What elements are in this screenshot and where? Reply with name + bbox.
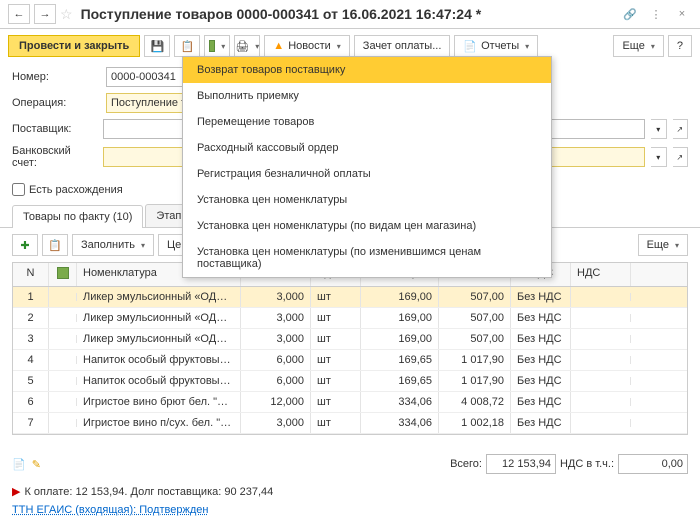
- dropdown-item[interactable]: Установка цен номенклатуры: [183, 187, 551, 213]
- nav-back-button[interactable]: ←: [8, 4, 30, 24]
- dropdown-item[interactable]: Установка цен номенклатуры (по видам цен…: [183, 213, 551, 239]
- operation-label: Операция:: [12, 97, 100, 109]
- discrepancy-checkbox[interactable]: [12, 183, 25, 196]
- print-icon: 🖨: [235, 40, 249, 53]
- print-button[interactable]: 🖨: [234, 35, 260, 57]
- egais-link[interactable]: ТТН ЕГАИС (входящая): Подтвержден: [12, 504, 208, 516]
- post-icon: 📋: [180, 40, 194, 53]
- more-button[interactable]: Еще: [613, 35, 663, 57]
- footer-icon2[interactable]: ✎: [32, 458, 41, 471]
- reports-button[interactable]: 📄 Отчеты: [454, 35, 538, 57]
- create-based-button[interactable]: [204, 35, 230, 57]
- supplier-select-button[interactable]: ▾: [651, 119, 667, 139]
- save-button[interactable]: 💾: [144, 35, 170, 57]
- dropdown-item[interactable]: Регистрация безналичной оплаты: [183, 161, 551, 187]
- menu-icon[interactable]: ⋮: [646, 5, 666, 23]
- discrepancy-label: Есть расхождения: [29, 184, 123, 196]
- bank-open-button[interactable]: ↗: [673, 147, 689, 167]
- table-row[interactable]: 5Напиток особый фруктовый газирован...6,…: [13, 371, 687, 392]
- table-row[interactable]: 2Ликер эмульсионный «ОДЖИ СО ВКУ...3,000…: [13, 308, 687, 329]
- goods-grid: N Номенклатура Количество Ед. изм. Цена …: [12, 262, 688, 435]
- col-icon-icon: [57, 267, 69, 279]
- dropdown-item[interactable]: Возврат товаров поставщику: [183, 57, 551, 83]
- fill-button[interactable]: Заполнить: [72, 234, 154, 256]
- table-row[interactable]: 3Ликер эмульсионный «ОДЖИ СО ВКУ...3,000…: [13, 329, 687, 350]
- table-row[interactable]: 1Ликер эмульсионный «ОДЖИ ПИНА К...3,000…: [13, 287, 687, 308]
- table-row[interactable]: 7Игристое вино п/сух. бел. "Абрау-Дюрс..…: [13, 413, 687, 434]
- col-icon[interactable]: [49, 263, 77, 286]
- nav-fwd-button[interactable]: →: [34, 4, 56, 24]
- total-value: [486, 454, 556, 474]
- add-icon: ✚: [20, 239, 29, 252]
- col-nds[interactable]: НДС: [571, 263, 631, 286]
- copy-icon: 📋: [48, 239, 62, 252]
- rss-icon: ▲: [273, 40, 284, 52]
- nds-value: [618, 454, 688, 474]
- supplier-open-button[interactable]: ↗: [673, 119, 689, 139]
- total-label: Всего:: [450, 458, 482, 470]
- link-icon[interactable]: 🔗: [620, 5, 640, 23]
- footer-icon1[interactable]: 📄: [12, 458, 26, 471]
- col-n[interactable]: N: [13, 263, 49, 286]
- table-row[interactable]: 6Игристое вино брют бел. "Абрау-Дюрсо"12…: [13, 392, 687, 413]
- favorite-icon[interactable]: ☆: [60, 6, 73, 23]
- bank-select-button[interactable]: ▾: [651, 147, 667, 167]
- number-label: Номер:: [12, 71, 100, 83]
- tab-goods[interactable]: Товары по факту (10): [12, 205, 143, 228]
- post-button[interactable]: 📋: [174, 35, 200, 57]
- add-row-button[interactable]: ✚: [12, 234, 38, 256]
- dropdown-item[interactable]: Перемещение товаров: [183, 109, 551, 135]
- supplier-label: Поставщик:: [12, 123, 97, 135]
- nds-label: НДС в т.ч.:: [560, 458, 614, 470]
- report-icon: 📄: [463, 40, 477, 53]
- dropdown-item[interactable]: Выполнить приемку: [183, 83, 551, 109]
- grid-more-button[interactable]: Еще: [638, 234, 688, 256]
- payment-status: ▶К оплате: 12 153,94. Долг поставщика: 9…: [12, 485, 273, 498]
- window-title: Поступление товаров 0000-000341 от 16.06…: [81, 6, 482, 22]
- dropdown-item[interactable]: Расходный кассовый ордер: [183, 135, 551, 161]
- basis-icon: [209, 40, 215, 52]
- bank-label: Банковский счет:: [12, 145, 97, 169]
- copy-row-button[interactable]: 📋: [42, 234, 68, 256]
- news-button[interactable]: ▲ Новости: [264, 35, 350, 57]
- number-input[interactable]: [106, 67, 186, 87]
- offset-button[interactable]: Зачет оплаты...: [354, 35, 451, 57]
- close-icon[interactable]: ×: [672, 5, 692, 23]
- save-icon: 💾: [150, 40, 164, 53]
- dropdown-item[interactable]: Установка цен номенклатуры (по изменивши…: [183, 239, 551, 277]
- help-button[interactable]: ?: [668, 35, 692, 57]
- create-based-dropdown: Возврат товаров поставщикуВыполнить прие…: [182, 56, 552, 278]
- arrow-right-icon: ▶: [12, 486, 20, 498]
- post-close-button[interactable]: Провести и закрыть: [8, 35, 140, 57]
- table-row[interactable]: 4Напиток особый фруктовый газирован...6,…: [13, 350, 687, 371]
